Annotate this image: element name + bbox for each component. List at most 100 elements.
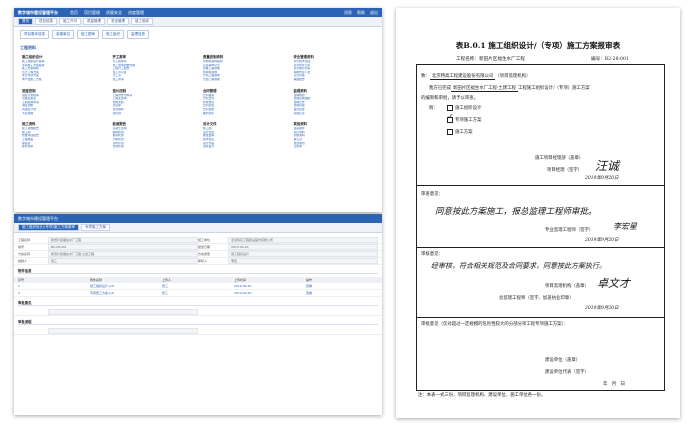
form-tab-special[interactable]: 专项施工方案 xyxy=(80,224,110,231)
subtab-drawings[interactable]: 施工图审 xyxy=(77,30,99,39)
project-name: 新田片区福生水厂工程 xyxy=(478,57,525,62)
chief-date: 2019年9月20日 xyxy=(585,306,619,311)
pm-sign-label: 项目经理（签字） xyxy=(547,168,583,173)
option-2: ✓ 专项施工方案 xyxy=(447,112,482,123)
subtab-supervision[interactable]: 监理信息 xyxy=(127,30,149,39)
group-link[interactable]: 旁站记录 xyxy=(294,112,375,116)
field-input[interactable]: 新田片区福生水厂工程 xyxy=(48,237,198,243)
nav-item-home[interactable]: 首页 xyxy=(70,10,78,16)
view-link[interactable]: 查看 xyxy=(306,291,378,295)
view-link[interactable]: 查看 xyxy=(306,284,378,288)
field-label: 施工单位 xyxy=(198,238,211,242)
option-3: 施工方案 xyxy=(447,129,473,135)
group-link-list: 进度计划报审 月进度报表 工期延期申请 进度调整 周进度计划 节点验收 xyxy=(22,94,103,116)
review-label: 审查意见： xyxy=(421,192,443,197)
group-link-list: 原材料进场报验 见证取样记录 隐蔽工程验收 检验批验收 分项工程验收 分部工程验收 xyxy=(203,60,284,82)
document-group: 质量控制资料 原材料进场报验 见证取样记录 隐蔽工程验收 检验批验收 分项工程验收 分部工程… xyxy=(203,54,284,82)
field-input[interactable]: 北京特高工程建设股份有限公司 xyxy=(228,237,378,243)
group-link[interactable]: 移交清单 xyxy=(22,145,103,149)
group-link[interactable]: 复工申请 xyxy=(113,78,194,82)
group-link[interactable]: 防雷检测 xyxy=(113,145,194,149)
document-group: 设计文件 施工图 设计变更 图纸会审 技术核定 设计交底 深化设计 xyxy=(203,121,284,149)
group-link[interactable]: 履约评价 xyxy=(203,112,284,116)
field-input[interactable]: B2-28-001 xyxy=(48,244,198,250)
field-label: 方案类型 xyxy=(198,252,211,256)
number-value: B2-28-001 xyxy=(604,57,629,62)
group-link[interactable]: 事故报告 xyxy=(294,78,375,82)
group-title: 竣工资料 xyxy=(22,122,36,127)
subtab-basic[interactable]: 项目基本信息 xyxy=(20,30,49,39)
field-input[interactable]: 李四 xyxy=(228,258,378,264)
opinion-section-title: 审批意见 xyxy=(18,300,378,306)
chief-sign-label: 总监理工程师（签字、加盖执业印章） xyxy=(499,296,574,301)
group-link-list: 监理规划 监理实施细则 监理日志 监理月报 会议纪要 旁站记录 xyxy=(294,94,375,116)
form-row: 编号 B2-28-001 报送日期 2019-09-20 xyxy=(14,244,382,251)
to-label: 致： xyxy=(421,74,430,79)
table-cell: 1 xyxy=(18,284,20,288)
dashboard-screenshot: 数字城市建设管理平台 首页 项目管理 质量安全 进度管理 消息 帮助 退出 首页… xyxy=(14,8,382,212)
group-title: 检测报告 xyxy=(112,122,127,127)
field-input[interactable]: 新田片区福生水厂工程-土建工程 xyxy=(48,251,198,257)
subtab-units[interactable]: 参建单位 xyxy=(52,30,74,39)
column-header: 序号 xyxy=(18,278,25,282)
section-review: 审查意见： 同意按此方案施工，报总监理工程师审批。 专业监理工程师（签字） 李宏… xyxy=(417,185,664,248)
opinion-field[interactable] xyxy=(48,309,198,315)
help-link[interactable]: 帮助 xyxy=(357,10,365,16)
group-link[interactable]: 深化设计 xyxy=(203,145,284,149)
section-approval: 审核意见： 经审核，符合相关规范及合同要求，同意按此方案执行。 项目监理机构（盖… xyxy=(417,247,664,318)
flow-field[interactable] xyxy=(48,328,198,334)
tab-home[interactable]: 首页 xyxy=(18,18,33,25)
chief-signature: 卓文才 xyxy=(597,277,630,290)
subtab-organization[interactable]: 施工组织 xyxy=(102,30,124,39)
panel-title: 工程资料 xyxy=(20,45,36,50)
field-input[interactable]: 张三 xyxy=(48,258,198,264)
nav-item-quality[interactable]: 质量安全 xyxy=(106,10,122,16)
checked-checkbox-icon: ✓ xyxy=(447,112,454,123)
owner-label: 审批意见（仅对超过一定规模的危险性较大的分部分项工程专项施工方案）： xyxy=(421,322,569,327)
tab-project-info[interactable]: 项目信息 xyxy=(35,18,57,25)
group-title: 设计文件 xyxy=(203,122,217,127)
group-link-list: 安全技术交底 安全检查记录 安全教育培训 特种作业人员 应急预案 事故报告 xyxy=(294,60,375,82)
group-link[interactable]: 回复单 xyxy=(294,145,375,149)
document-group: 监理资料 监理规划 监理实施细则 监理日志 监理月报 会议纪要 旁站记录 xyxy=(294,88,375,116)
tab-permit[interactable]: 施工许可 xyxy=(59,18,81,25)
group-title: 开工报审 xyxy=(112,55,127,59)
message-link[interactable]: 消息 xyxy=(344,10,352,16)
supervision-stamp-label: 项目监理机构（盖章） xyxy=(545,284,589,289)
form-table: 致： 北京特高工程建设股份有限公司 （项目监理机构） 我方已完成 新田片区福生水厂工程… xyxy=(416,64,665,391)
engineer-sign-label: 专业监理工程师（签字） xyxy=(545,228,594,233)
group-link-list: 往来函件 照片资料 影像资料 备忘录 整改通知 回复单 xyxy=(294,127,375,149)
group-link[interactable]: 季节性施工方案 xyxy=(22,78,103,82)
completion-line: 我方已完成 新田片区福生水厂工程-土建工程 工程施工组织设计/（专项）施工方案 xyxy=(429,85,590,92)
nav-item-project[interactable]: 项目管理 xyxy=(84,10,100,16)
attachments-section-title: 附件信息 xyxy=(18,268,378,274)
tab-quality[interactable]: 质量管理 xyxy=(83,18,105,25)
group-link[interactable]: 节点验收 xyxy=(22,112,103,116)
option-1-label: 施工组织设计 xyxy=(455,106,482,111)
tab-safety[interactable]: 安全管理 xyxy=(107,18,129,25)
field-label: 编号 xyxy=(18,245,25,249)
option-1: 施工组织设计 xyxy=(447,105,481,111)
table-cell: 张三 xyxy=(162,291,169,295)
group-link[interactable]: 分部工程验收 xyxy=(203,78,284,82)
logout-link[interactable]: 退出 xyxy=(370,10,378,16)
document-title: 表B.0.1 施工组织设计/（专项）施工方案报审表 xyxy=(455,41,621,50)
group-link[interactable]: 预付款 xyxy=(113,112,194,116)
owner-sign-label: 建设单位代表（签字） xyxy=(545,370,589,375)
approve-handwriting: 经审核，符合相关规范及合同要求，同意按此方案执行。 xyxy=(431,262,606,270)
completion-pre: 我方已完成 xyxy=(429,86,451,91)
column-header: 上传人 xyxy=(162,278,172,282)
table-cell: 专项施工方案.pdf xyxy=(90,291,114,295)
group-title: 监理资料 xyxy=(293,88,308,93)
field-input[interactable]: 施工组织设计 xyxy=(228,251,378,257)
section-owner: 审批意见（仅对超过一定规模的危险性较大的分部分项工程专项施工方案）： 建设单位（… xyxy=(417,317,664,390)
group-link-list: 混凝土试块 钢筋检测 桩基检测 节能检测 室内环境 防雷检测 xyxy=(113,127,194,149)
table-cell: 2 xyxy=(18,291,20,295)
nav-item-progress[interactable]: 进度管理 xyxy=(128,10,144,16)
option-2-label: 专项施工方案 xyxy=(455,118,482,123)
tab-acceptance[interactable]: 竣工验收 xyxy=(131,18,153,25)
field-input[interactable]: 2019-09-20 xyxy=(228,244,378,250)
form-tab-review[interactable]: 施工组织设计/(专项)施工方案报审 xyxy=(18,224,79,231)
completion-value: 新田片区福生水厂工程-土建工程 xyxy=(450,86,518,92)
field-label: 编制人 xyxy=(18,259,28,263)
